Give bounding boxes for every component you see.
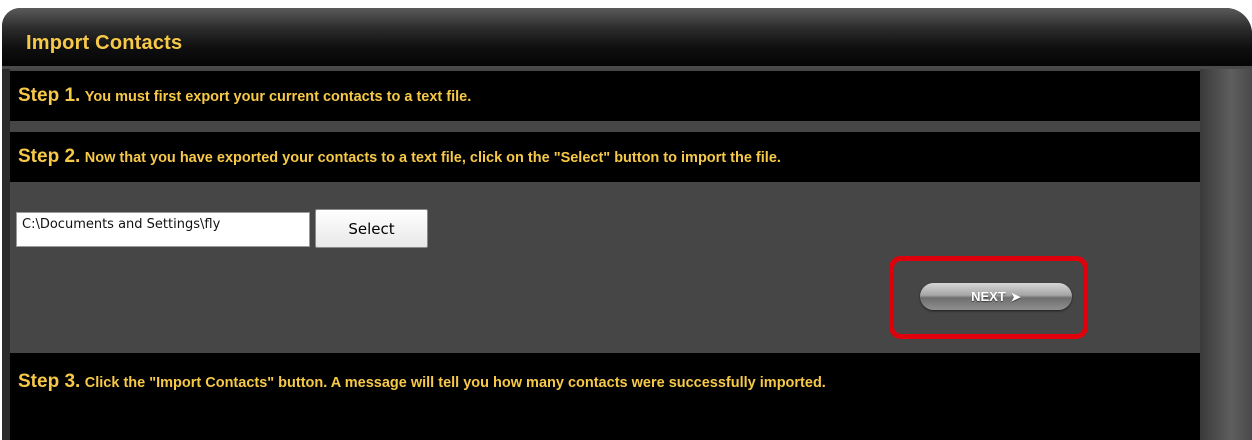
step-1-label: Step 1. bbox=[18, 85, 81, 106]
file-path-input[interactable]: C:\Documents and Settings\fly bbox=[16, 212, 310, 247]
step-2-text: Now that you have exported your contacts… bbox=[84, 150, 781, 166]
window-header: Import Contacts bbox=[2, 8, 1252, 69]
step-1-text: You must first export your current conta… bbox=[84, 89, 472, 105]
import-contacts-window: Import Contacts Step 1. You must first e… bbox=[2, 8, 1252, 440]
step-3-label: Step 3. bbox=[18, 371, 81, 392]
next-button-label: NEXT bbox=[971, 289, 1006, 304]
step-3-text: Click the "Import Contacts" button. A me… bbox=[84, 375, 826, 391]
step-3-bar: Step 3. Click the "Import Contacts" butt… bbox=[10, 353, 1200, 440]
page-title: Import Contacts bbox=[26, 32, 183, 54]
select-button[interactable]: Select bbox=[315, 209, 428, 248]
step-1-bar: Step 1. You must first export your curre… bbox=[10, 71, 1200, 121]
window-side-border bbox=[1200, 69, 1252, 440]
chevron-right-icon: ➤ bbox=[1010, 289, 1021, 304]
next-button[interactable]: NEXT ➤ bbox=[920, 283, 1072, 310]
step-2-label: Step 2. bbox=[18, 146, 81, 167]
step-2-bar: Step 2. Now that you have exported your … bbox=[10, 132, 1200, 182]
main-panel: Step 1. You must first export your curre… bbox=[10, 69, 1200, 440]
